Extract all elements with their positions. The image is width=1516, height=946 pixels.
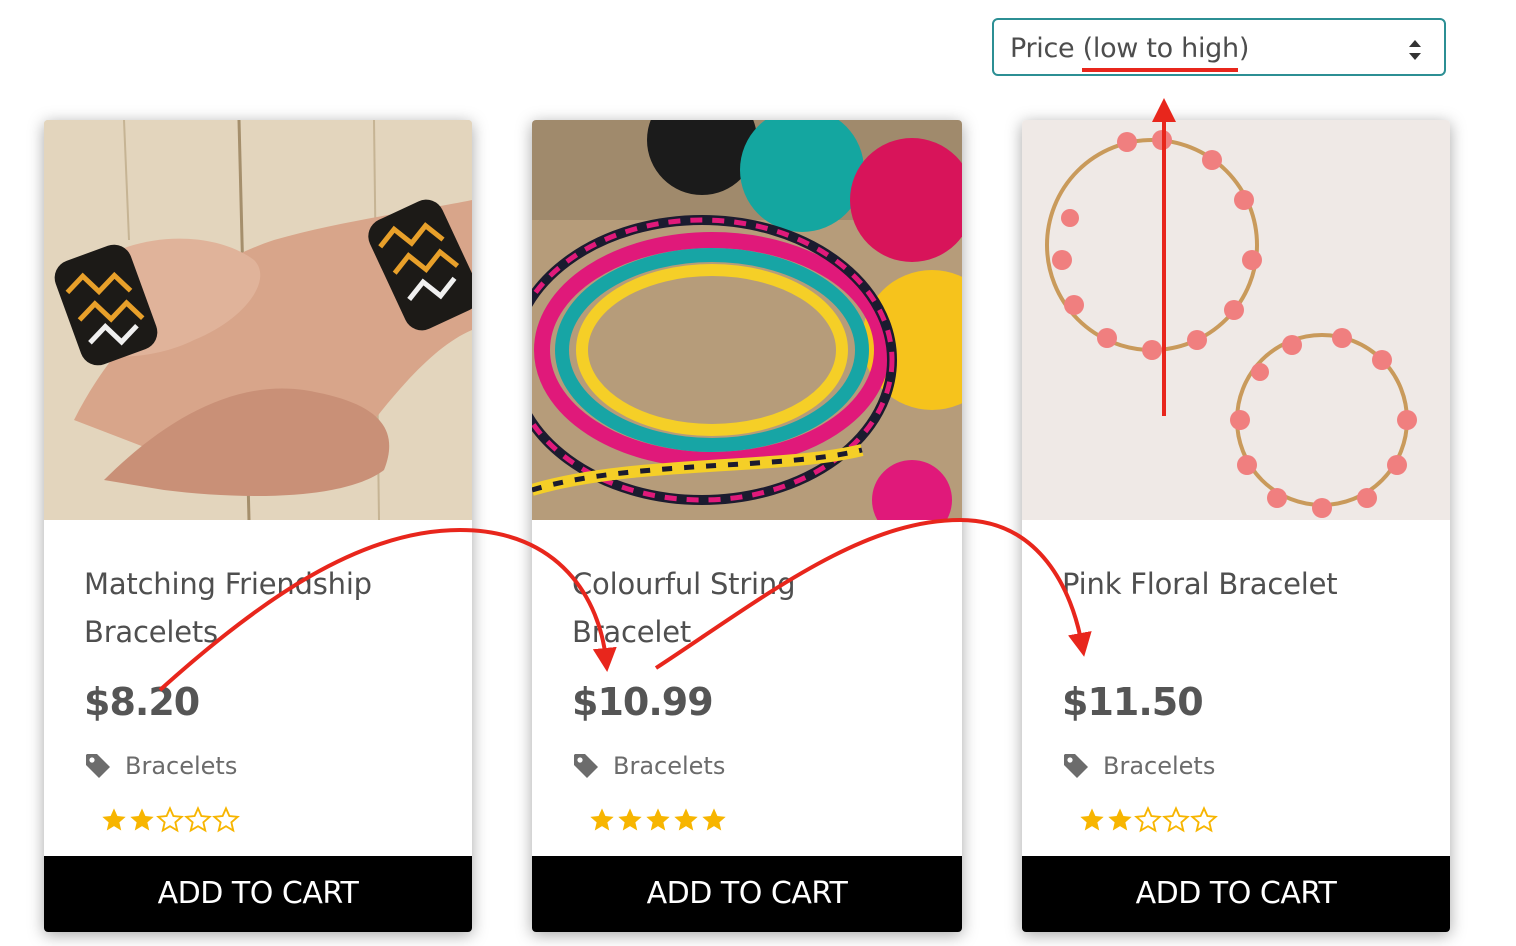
star-empty-icon [1134,806,1162,838]
star-filled-icon [100,806,128,838]
product-rating [588,806,728,836]
category-label[interactable]: Bracelets [1103,752,1215,780]
product-title[interactable]: Pink Floral Bracelet [1062,560,1402,608]
add-to-cart-button[interactable]: ADD TO CART [532,856,962,932]
sort-updown-icon [1408,39,1422,65]
tag-icon [84,752,112,784]
star-empty-icon [212,806,240,838]
product-image-friendship-bracelets[interactable] [44,120,472,520]
star-empty-icon [1190,806,1218,838]
product-card[interactable]: Pink Floral Bracelet $11.50 Bracelets AD… [1022,120,1450,932]
product-image-colourful-string-bracelet[interactable] [532,120,962,520]
product-rating [1078,806,1218,836]
star-filled-icon [588,806,616,838]
category-label[interactable]: Bracelets [125,752,237,780]
star-filled-icon [672,806,700,838]
product-price: $11.50 [1062,680,1204,724]
product-rating [100,806,240,836]
star-empty-icon [184,806,212,838]
product-card[interactable]: Matching Friendship Bracelets $8.20 Brac… [44,120,472,932]
star-filled-icon [128,806,156,838]
product-card[interactable]: Colourful String Bracelet $10.99 Bracele… [532,120,962,932]
star-empty-icon [156,806,184,838]
product-image-pink-floral-bracelet[interactable] [1022,120,1450,520]
product-price: $8.20 [84,680,200,724]
star-filled-icon [1078,806,1106,838]
category-label[interactable]: Bracelets [613,752,725,780]
add-to-cart-button[interactable]: ADD TO CART [44,856,472,932]
tag-icon [572,752,600,784]
star-filled-icon [700,806,728,838]
star-filled-icon [644,806,672,838]
star-filled-icon [1106,806,1134,838]
tag-icon [1062,752,1090,784]
star-filled-icon [616,806,644,838]
star-empty-icon [1162,806,1190,838]
product-title[interactable]: Matching Friendship Bracelets [84,560,424,656]
sort-selected-value: Price (low to high) [1010,33,1250,64]
add-to-cart-button[interactable]: ADD TO CART [1022,856,1450,932]
product-title[interactable]: Colourful String Bracelet [572,560,912,656]
product-price: $10.99 [572,680,714,724]
sort-select[interactable]: Price (low to high) [992,18,1446,76]
